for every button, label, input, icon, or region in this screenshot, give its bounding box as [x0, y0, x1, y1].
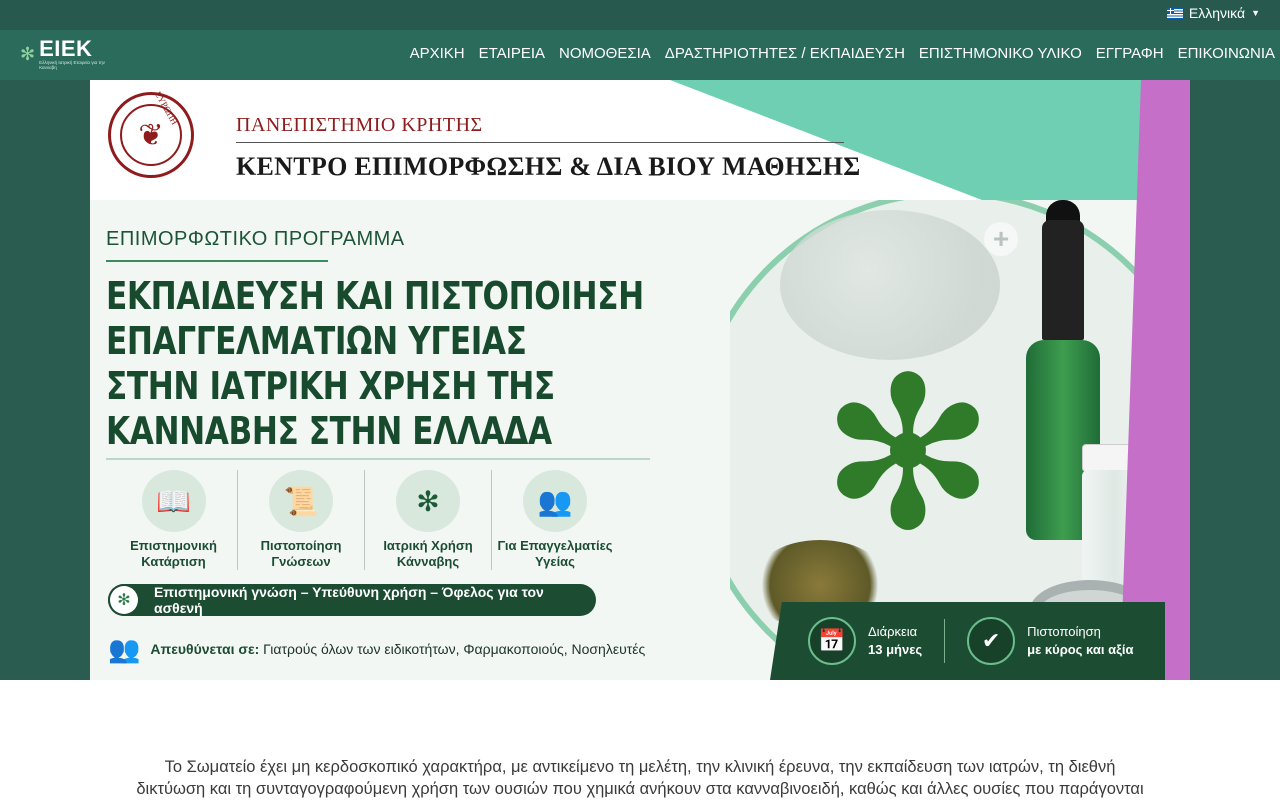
greek-flag-icon: [1166, 7, 1183, 19]
title-line: ΕΠΑΓΓΕΛΜΑΤΙΩΝ ΥΓΕΙΑΣ: [106, 319, 527, 363]
tagline-text: Επιστημονική γνώση – Υπεύθυνη χρήση – Όφ…: [153, 584, 544, 616]
duration-value: 13 μήνες: [868, 642, 923, 657]
audience-text: Απευθύνεται σε: Γιατρούς όλων των ειδικο…: [150, 641, 645, 657]
feature-item: ✻ Ιατρική Χρήση Κάνναβης: [364, 470, 491, 570]
certification-value: με κύρος και αξία: [1027, 642, 1134, 657]
logo-text: ΕΙΕΚ: [39, 36, 93, 61]
feature-list: 📖 Επιστημονική Κατάρτιση 📜 Πιστοποίηση Γ…: [110, 470, 640, 570]
book-icon: 📖: [141, 470, 206, 532]
university-seal-logo: ❦ ΕΥΡΩΠΗ: [108, 90, 194, 178]
cannabis-leaf-image: ✻: [820, 337, 996, 572]
nav-item-activities[interactable]: ΔΡΑΣΤΗΡΙΟΤΗΤΕΣ / ΕΚΠΑΙΔΕΥΣΗ: [665, 45, 905, 62]
title-line: ΚΑΝΝΑΒΗΣ ΣΤΗΝ ΕΛΛΑΔΑ: [106, 409, 552, 453]
nav-item-scientific-material[interactable]: ΕΠΙΣΤΗΜΟΝΙΚΟ ΥΛΙΚΟ: [919, 45, 1082, 62]
feature-label-line1: Για Επαγγελματίες: [497, 538, 613, 553]
info-divider: [944, 619, 946, 663]
intro-line: δικτύωση και τη συνταγογραφούμενη χρήση …: [136, 780, 1144, 798]
certification-info: ✔ Πιστοποίηση με κύρος και αξία: [967, 617, 1133, 665]
program-banner[interactable]: + ✻ ❦ ΕΥΡΩΠΗ ΠΑΝΕΠΙΣΤΗΜΙΟ ΚΡΗΤΗΣ ΚΕΝΤΡΟ …: [90, 80, 1190, 680]
nav-item-home[interactable]: ΑΡΧΙΚΗ: [410, 45, 465, 62]
audience-label: Απευθύνεται σε:: [150, 641, 260, 657]
title-line: ΕΚΠΑΙΔΕΥΣΗ ΚΑΙ ΠΙΣΤΟΠΟΙΗΣΗ: [106, 274, 644, 318]
info-box: 📅 Διάρκεια 13 μήνες ✔ Πιστοποίηση με κύρ…: [770, 602, 1165, 680]
feature-item: 📖 Επιστημονική Κατάρτιση: [110, 470, 237, 570]
university-name: ΠΑΝΕΠΙΣΤΗΜΙΟ ΚΡΗΤΗΣ: [236, 114, 483, 136]
site-logo[interactable]: ✻ ΕΙΕΚ Ελληνική Ιατρική Εταιρεία για την…: [20, 36, 105, 71]
certification-label: Πιστοποίηση: [1027, 624, 1101, 639]
intro-line: Το Σωματείο έχει μη κερδοσκοπικό χαρακτή…: [164, 758, 1116, 776]
feature-label-line2: Κάνναβης: [396, 554, 460, 569]
nav-item-legislation[interactable]: ΝΟΜΟΘΕΣΙΑ: [559, 45, 651, 62]
logo-subtitle: Ελληνική Ιατρική Εταιρεία για την Κανναβ…: [39, 60, 105, 70]
feature-label-line1: Ιατρική Χρήση: [383, 538, 473, 553]
duration-info: 📅 Διάρκεια 13 μήνες: [808, 617, 922, 665]
medical-cross-icon: +: [984, 222, 1018, 256]
cannabis-leaf-icon: ✻: [108, 584, 140, 616]
nav-item-registration[interactable]: ΕΓΓΡΑΦΗ: [1096, 45, 1164, 62]
main-navbar: ✻ ΕΙΕΚ Ελληνική Ιατρική Εταιρεία για την…: [0, 30, 1280, 80]
duration-label: Διάρκεια: [868, 624, 918, 639]
center-name: ΚΕΝΤΡΟ ΕΠΙΜΟΡΦΩΣΗΣ & ΔΙΑ ΒΙΟΥ ΜΑΘΗΣΗΣ: [236, 152, 861, 181]
shield-check-icon: ✔: [967, 617, 1016, 665]
audience-value: Γιατρούς όλων των ειδικοτήτων, Φαρμακοπο…: [263, 641, 646, 657]
title-line: ΣΤΗΝ ΙΑΤΡΙΚΗ ΧΡΗΣΗ ΤΗΣ: [106, 364, 555, 408]
program-label: ΕΠΙΜΟΡΦΩΤΙΚΟ ΠΡΟΓΡΑΜΜΑ: [106, 228, 405, 250]
caret-down-icon: ▼: [1251, 8, 1260, 18]
feature-label-line2: Κατάρτιση: [141, 554, 206, 569]
feature-label-line2: Γνώσεων: [271, 554, 331, 569]
duration-text: Διάρκεια 13 μήνες: [868, 623, 922, 659]
people-icon: 👥: [523, 470, 587, 532]
feature-label: Επιστημονική Κατάρτιση: [130, 538, 217, 570]
feature-label-line1: Πιστοποίηση: [260, 538, 342, 553]
main-menu: ΑΡΧΙΚΗ ΕΤΑΙΡΕΙΑ ΝΟΜΟΘΕΣΙΑ ΔΡΑΣΤΗΡΙΟΤΗΤΕΣ…: [410, 45, 1275, 62]
dropper-cap: [1042, 220, 1084, 340]
cannabis-leaf-icon: ✻: [20, 44, 36, 64]
certificate-icon: 📜: [269, 470, 333, 532]
feature-label-line1: Επιστημονική: [130, 538, 217, 553]
language-selector[interactable]: Ελληνικά ▼: [1166, 5, 1260, 21]
audience-row: 👥 Απευθύνεται σε: Γιατρούς όλων των ειδι…: [108, 636, 645, 662]
feature-label: Για Επαγγελματίες Υγείας: [497, 538, 612, 570]
tagline-pill: ✻ Επιστημονική γνώση – Υπεύθυνη χρήση – …: [108, 584, 596, 616]
feature-label-line2: Υγείας: [535, 554, 575, 569]
nav-item-contact[interactable]: ΕΠΙΚΟΙΝΩΝΙΑ: [1178, 45, 1275, 62]
feature-label: Πιστοποίηση Γνώσεων: [261, 538, 342, 570]
nav-item-company[interactable]: ΕΤΑΙΡΕΙΑ: [479, 45, 545, 62]
intro-paragraph: Το Σωματείο έχει μη κερδοσκοπικό χαρακτή…: [0, 756, 1280, 800]
language-label: Ελληνικά: [1188, 5, 1246, 21]
calendar-icon: 📅: [808, 617, 856, 665]
program-underline: [106, 260, 328, 262]
certification-text: Πιστοποίηση με κύρος και αξία: [1027, 623, 1133, 659]
logo-text-block: ΕΙΕΚ Ελληνική Ιατρική Εταιρεία για την Κ…: [39, 36, 105, 71]
program-title: ΕΚΠΑΙΔΕΥΣΗ ΚΑΙ ΠΙΣΤΟΠΟΙΗΣΗ ΕΠΑΓΓΕΛΜΑΤΙΩΝ…: [106, 274, 644, 454]
people-icon: 👥: [108, 634, 141, 664]
header-divider: [236, 142, 844, 143]
feature-item: 👥 Για Επαγγελματίες Υγείας: [491, 470, 618, 570]
hero-section: + ✻ ❦ ΕΥΡΩΠΗ ΠΑΝΕΠΙΣΤΗΜΙΟ ΚΡΗΤΗΣ ΚΕΝΤΡΟ …: [0, 80, 1280, 680]
title-divider: [106, 458, 650, 460]
top-bar: Ελληνικά ▼: [0, 0, 1280, 30]
cannabis-leaf-icon: ✻: [396, 470, 460, 532]
feature-item: 📜 Πιστοποίηση Γνώσεων: [237, 470, 364, 570]
feature-label: Ιατρική Χρήση Κάνναβης: [383, 538, 472, 570]
